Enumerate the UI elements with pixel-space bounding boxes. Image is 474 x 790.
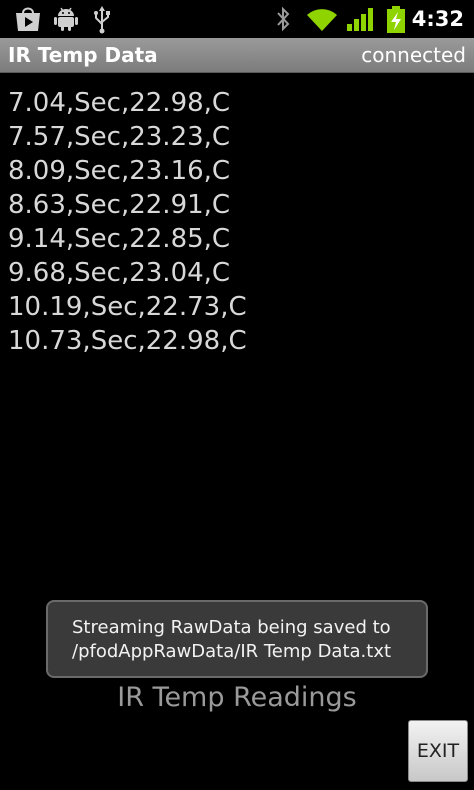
footer-label: IR Temp Readings [117, 682, 357, 713]
toast-line-1: Streaming RawData being saved to [72, 617, 391, 638]
connection-status: connected [361, 43, 466, 67]
usb-icon [94, 6, 110, 34]
data-line: 9.14,Sec,22.85,C [8, 224, 231, 254]
data-line: 10.73,Sec,22.98,C [8, 326, 247, 356]
battery-charging-icon [387, 6, 405, 33]
data-line: 7.04,Sec,22.98,C [8, 88, 231, 118]
data-line: 7.57,Sec,23.23,C [8, 122, 231, 152]
android-debug-icon [54, 7, 78, 31]
data-line: 8.63,Sec,22.91,C [8, 190, 231, 220]
data-line: 8.09,Sec,23.16,C [8, 156, 231, 186]
bluetooth-icon [277, 6, 290, 32]
toast-message: Streaming RawData being saved to /pfodAp… [46, 600, 428, 678]
data-list: 7.04,Sec,22.98,C 7.57,Sec,23.23,C 8.09,S… [8, 86, 247, 358]
status-time: 4:32 [411, 7, 464, 31]
status-bar: 4:32 [0, 0, 474, 38]
wifi-icon [307, 9, 337, 31]
signal-icon [347, 8, 373, 31]
title-bar: IR Temp Data connected [0, 38, 474, 73]
data-line: 10.19,Sec,22.73,C [8, 292, 247, 322]
app-title: IR Temp Data [8, 43, 158, 67]
toast-line-2: /pfodAppRawData/IR Temp Data.txt [72, 641, 392, 662]
data-line: 9.68,Sec,23.04,C [8, 258, 231, 288]
play-store-icon [16, 7, 40, 31]
exit-button[interactable]: EXIT [408, 720, 468, 782]
